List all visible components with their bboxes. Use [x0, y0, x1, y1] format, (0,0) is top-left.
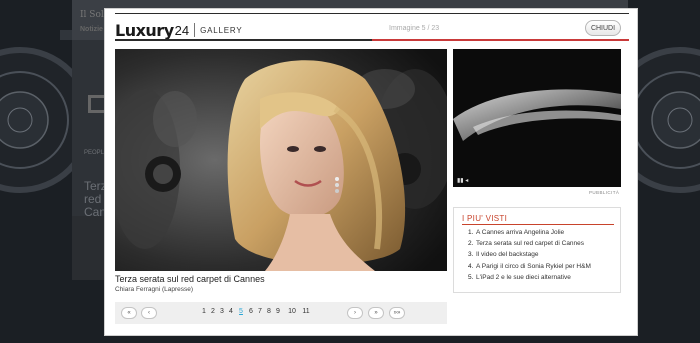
photo-illustration [115, 49, 447, 271]
gallery-photo[interactable] [115, 49, 447, 271]
previous-button[interactable]: ‹ [141, 307, 157, 319]
list-item[interactable]: 4. A Parigi il circo di Sonia Rykiel per … [468, 261, 591, 272]
play-pause-icon[interactable]: ▮▮ ◂ [457, 177, 468, 184]
brand-separator [194, 23, 196, 37]
brand-section: GALLERY [200, 25, 243, 35]
list-item-link[interactable]: A Parigi il circo di Sonia Rykiel per H&… [476, 263, 591, 270]
brand-logo: Luxury 24 GALLERY [115, 19, 242, 41]
modal-top-rule [115, 13, 629, 14]
next-button[interactable]: › [347, 307, 363, 319]
list-item-number: 5. [468, 273, 474, 281]
gallery-modal: Luxury 24 GALLERY Immagine 5 / 23 CHIUDI [104, 8, 638, 336]
background-logo-fragment [88, 95, 104, 113]
background-site-tab: Notizie [80, 26, 103, 33]
list-item-number: 3. [468, 251, 474, 259]
page-link-current[interactable]: 5 [236, 308, 246, 315]
list-item[interactable]: 2. Terza serata sul red carpet di Cannes [468, 238, 591, 249]
photo-caption-credit: Chiara Ferragni (Lapresse) [115, 286, 194, 293]
page-link[interactable]: 10 [285, 308, 299, 315]
most-viewed-box: I PIU' VISTI 1. A Cannes arriva Angelina … [453, 207, 621, 293]
next-group-button[interactable]: »» [389, 307, 405, 319]
image-counter: Immagine 5 / 23 [389, 25, 440, 32]
last-page-button[interactable]: » [368, 307, 384, 319]
brand-name: Luxury [115, 20, 174, 40]
close-button[interactable]: CHIUDI [585, 20, 621, 36]
brand-number: 24 [174, 22, 190, 38]
photo-caption-title: Terza serata sul red carpet di Cannes [115, 274, 265, 284]
advertising-label: PUBBLICITÀ [589, 190, 620, 195]
page-link[interactable]: 9 [273, 308, 283, 315]
page-link[interactable]: 11 [299, 308, 313, 315]
gallery-pager: « ‹ 1 2 3 4 5 6 7 8 9 10 11 › » »» [115, 302, 447, 324]
page-link[interactable]: 4 [226, 308, 236, 315]
first-page-button[interactable]: « [121, 307, 137, 319]
list-item[interactable]: 5. L'iPad 2 e le sue dieci alternative [468, 272, 591, 283]
video-frame [453, 49, 621, 187]
video-ad-player[interactable]: ▮▮ ◂ [453, 49, 621, 187]
list-item[interactable]: 1. A Cannes arriva Angelina Jolie [468, 227, 591, 238]
list-item[interactable]: 3. Il video del backstage [468, 249, 591, 260]
modal-header-rule [115, 39, 629, 41]
most-viewed-title: I PIU' VISTI [462, 214, 508, 223]
list-item-link[interactable]: A Cannes arriva Angelina Jolie [476, 229, 564, 236]
list-item-link[interactable]: L'iPad 2 e le sue dieci alternative [476, 274, 571, 281]
most-viewed-rule [462, 224, 614, 225]
list-item-number: 2. [468, 240, 474, 248]
list-item-link[interactable]: Terza serata sul red carpet di Cannes [476, 240, 584, 247]
list-item-link[interactable]: Il video del backstage [476, 251, 539, 258]
list-item-number: 4. [468, 262, 474, 270]
list-item-number: 1. [468, 229, 474, 236]
most-viewed-list: 1. A Cannes arriva Angelina Jolie 2. Terza… [468, 227, 591, 283]
